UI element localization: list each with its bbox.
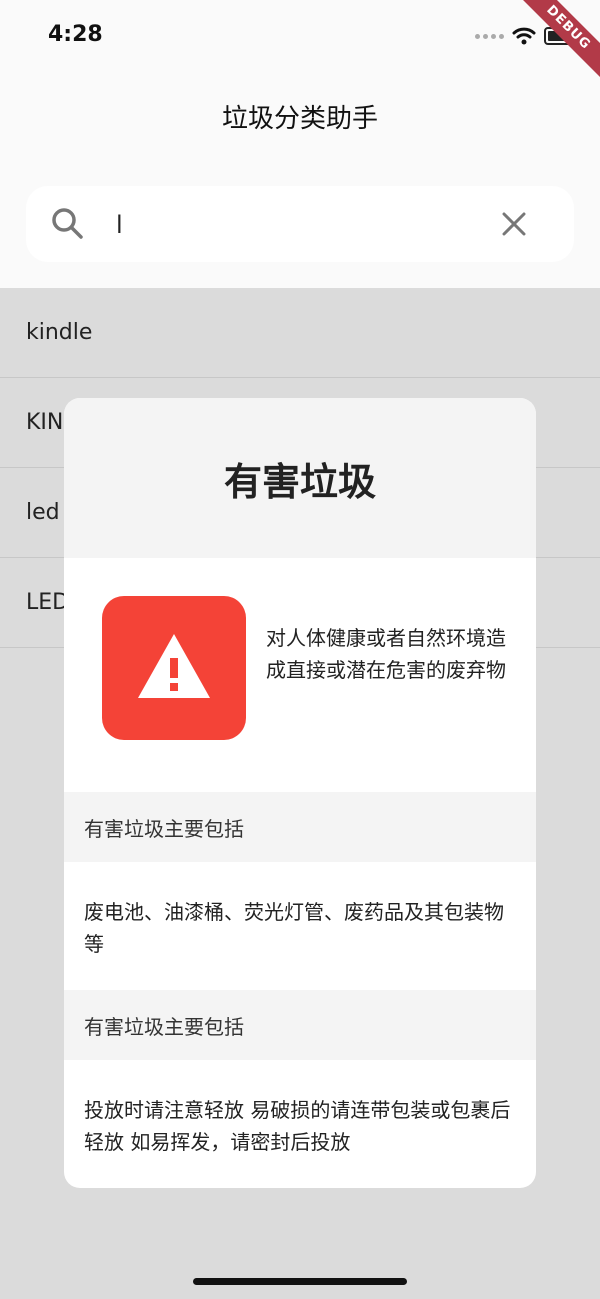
list-item[interactable]: kindle — [0, 288, 600, 378]
status-time: 4:28 — [48, 22, 103, 47]
dialog-description-row: 对人体健康或者自然环境造成直接或潜在危害的废弃物 — [64, 558, 536, 792]
section-content: 废电池、油漆桶、荧光灯管、废药品及其包装物等 — [84, 900, 504, 956]
category-dialog: 有害垃圾 对人体健康或者自然环境造成直接或潜在危害的废弃物 有害垃圾主要包括 废… — [64, 398, 536, 1188]
home-indicator[interactable] — [193, 1278, 407, 1285]
search-bar — [26, 186, 574, 262]
list-item-label: led — [26, 500, 60, 525]
section-content: 投放时请注意轻放 易破损的请连带包装或包裹后轻放 如易挥发，请密封后投放 — [84, 1098, 511, 1154]
search-input[interactable] — [114, 204, 498, 246]
category-description: 对人体健康或者自然环境造成直接或潜在危害的废弃物 — [266, 626, 506, 682]
page-title: 垃圾分类助手 — [221, 104, 378, 134]
search-icon — [52, 208, 83, 239]
section-heading: 有害垃圾主要包括 — [64, 990, 536, 1060]
section-heading: 有害垃圾主要包括 — [64, 792, 536, 862]
warning-icon — [138, 634, 210, 698]
clear-icon[interactable] — [498, 208, 530, 240]
dialog-title: 有害垃圾 — [64, 398, 536, 558]
hazard-badge — [102, 596, 246, 740]
wifi-icon — [512, 27, 536, 45]
list-item-label: LED — [26, 590, 70, 615]
app-header: 4:28 DEBUG 垃圾分类助手 — [0, 0, 600, 288]
list-item-label: kindle — [26, 320, 93, 345]
signal-icon — [475, 33, 504, 39]
